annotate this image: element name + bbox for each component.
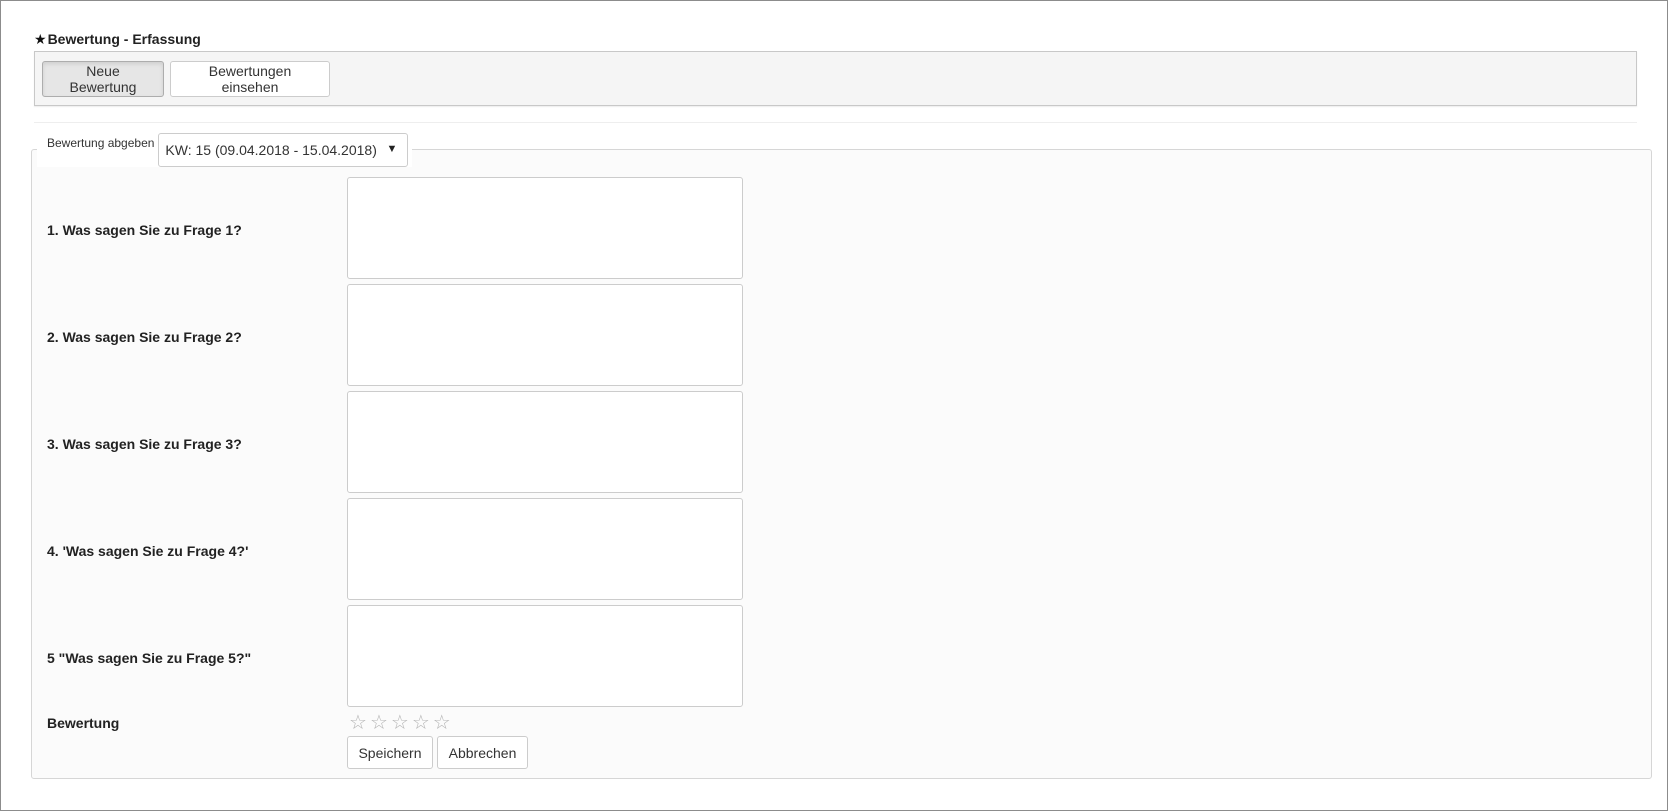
question-answer-1[interactable]: [347, 177, 743, 279]
question-label-4: 4. 'Was sagen Sie zu Frage 4?': [47, 543, 249, 559]
star-icon[interactable]: ☆: [433, 713, 451, 733]
star-icon: ★: [34, 31, 47, 47]
rating-fieldset: [31, 149, 1652, 779]
caret-down-icon: ▼: [386, 143, 398, 155]
new-rating-button[interactable]: Neue Bewertung: [42, 61, 164, 97]
cancel-button[interactable]: Abbrechen: [437, 736, 528, 769]
question-label-2: 2. Was sagen Sie zu Frage 2?: [47, 329, 242, 345]
question-label-3: 3. Was sagen Sie zu Frage 3?: [47, 436, 242, 452]
view-ratings-button[interactable]: Bewertungen einsehen: [170, 61, 330, 97]
week-select[interactable]: KW: 15 (09.04.2018 - 15.04.2018) ▼: [158, 133, 409, 167]
question-answer-2[interactable]: [347, 284, 743, 386]
rating-label: Bewertung: [47, 715, 120, 731]
legend-label: Bewertung abgeben: [47, 136, 155, 150]
page-title: ★ Bewertung - Erfassung: [34, 31, 201, 47]
fieldset-legend: Bewertung abgeben KW: 15 (09.04.2018 - 1…: [37, 133, 413, 167]
star-icon[interactable]: ☆: [349, 713, 367, 733]
star-icon[interactable]: ☆: [412, 713, 430, 733]
star-icon[interactable]: ☆: [391, 713, 409, 733]
question-answer-5[interactable]: [347, 605, 743, 707]
question-label-5: 5 "Was sagen Sie zu Frage 5?": [47, 650, 252, 666]
star-rating: ☆ ☆ ☆ ☆ ☆: [349, 713, 451, 733]
page-frame: ★ Bewertung - Erfassung Neue Bewertung B…: [0, 0, 1668, 811]
star-icon[interactable]: ☆: [370, 713, 388, 733]
toolbar: Neue Bewertung Bewertungen einsehen: [34, 51, 1637, 106]
save-button[interactable]: Speichern: [347, 736, 433, 769]
question-answer-4[interactable]: [347, 498, 743, 600]
week-select-value: KW: 15 (09.04.2018 - 15.04.2018): [165, 142, 377, 158]
page-title-text: Bewertung - Erfassung: [47, 31, 201, 47]
question-label-1: 1. Was sagen Sie zu Frage 1?: [47, 222, 242, 238]
question-answer-3[interactable]: [347, 391, 743, 493]
divider: [34, 122, 1637, 123]
